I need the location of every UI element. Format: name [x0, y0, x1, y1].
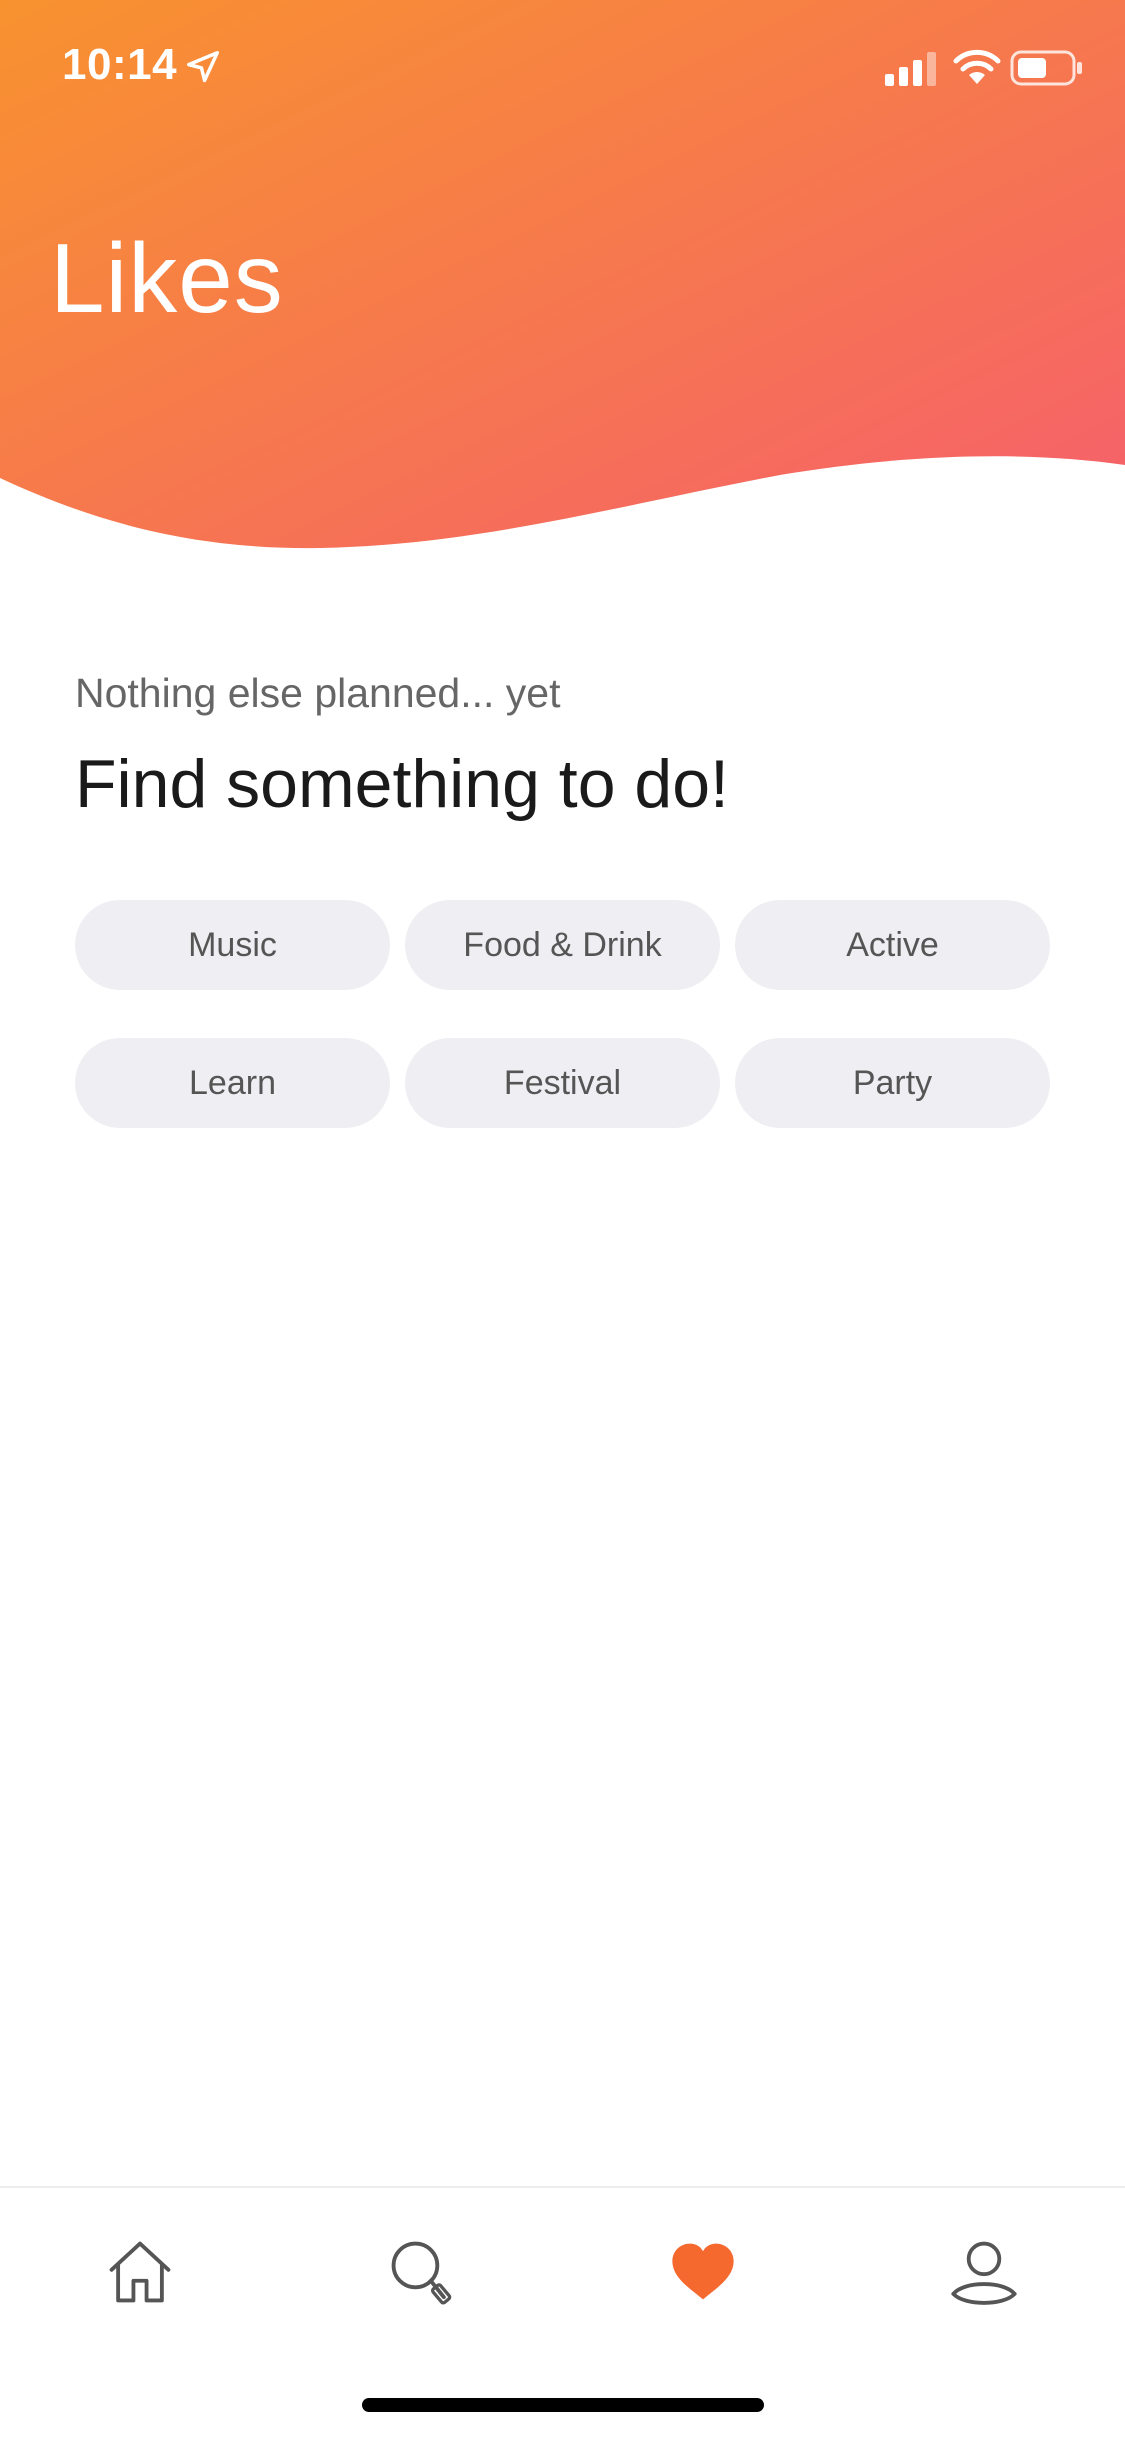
tab-search[interactable] — [382, 2232, 462, 2312]
category-chip-learn[interactable]: Learn — [75, 1038, 390, 1128]
tab-bar — [0, 2186, 1125, 2438]
location-arrow-icon — [187, 51, 219, 83]
wifi-icon — [953, 49, 1001, 84]
status-time: 10:14 — [62, 40, 178, 89]
home-indicator[interactable] — [362, 2398, 764, 2412]
category-chip-food-drink[interactable]: Food & Drink — [405, 900, 720, 990]
category-chip-festival[interactable]: Festival — [405, 1038, 720, 1128]
category-chip-active[interactable]: Active — [735, 900, 1050, 990]
tab-home[interactable] — [100, 2232, 180, 2312]
category-chips: Music Food & Drink Active Learn Festival… — [75, 900, 1050, 1128]
home-icon — [109, 2241, 171, 2303]
search-icon — [391, 2241, 452, 2305]
empty-state-headline: Find something to do! — [75, 746, 729, 822]
heart-icon — [672, 2243, 734, 2300]
header: 10:14 Likes — [0, 0, 1125, 560]
battery-icon — [1010, 50, 1082, 86]
status-bar: 10:14 — [0, 0, 1125, 140]
cellular-signal-icon — [885, 52, 936, 86]
page-title: Likes — [50, 223, 284, 333]
tab-profile[interactable] — [944, 2232, 1024, 2312]
category-chip-music[interactable]: Music — [75, 900, 390, 990]
tab-likes[interactable] — [663, 2232, 743, 2312]
profile-icon — [951, 2241, 1017, 2305]
category-chip-party[interactable]: Party — [735, 1038, 1050, 1128]
empty-state-subtitle: Nothing else planned... yet — [75, 670, 561, 716]
